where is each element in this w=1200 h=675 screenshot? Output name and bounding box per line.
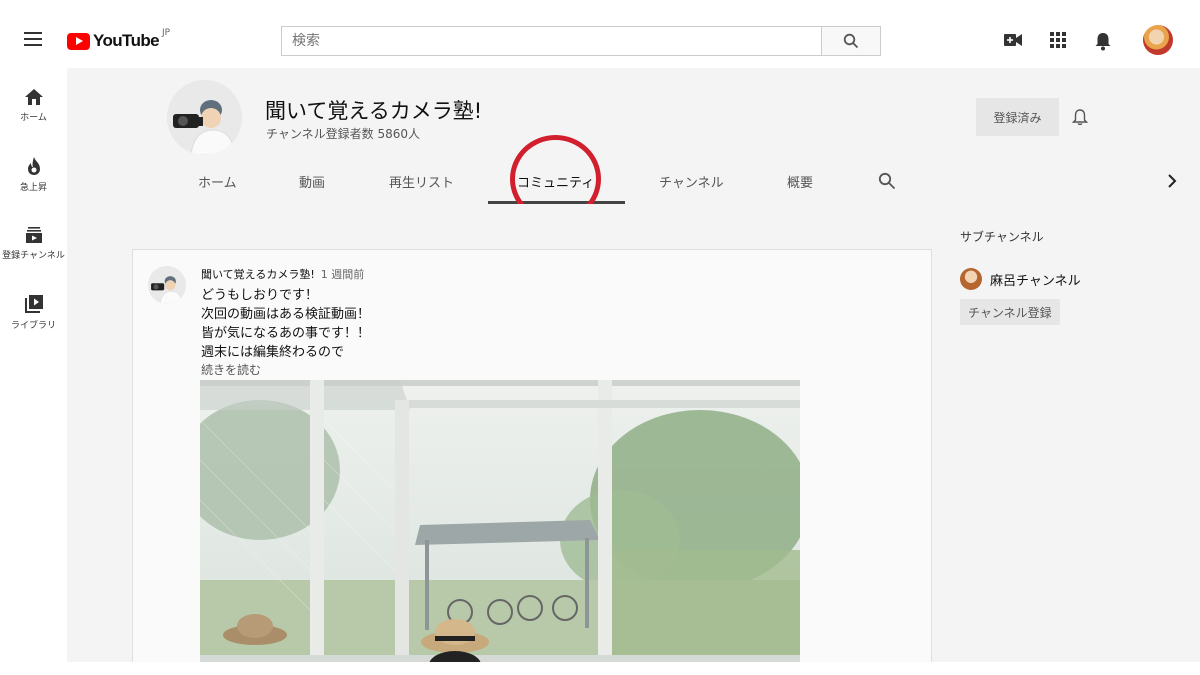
channel-avatar-image bbox=[167, 80, 242, 155]
nav-item-label: ホーム bbox=[20, 113, 47, 123]
bottom-strip bbox=[0, 662, 1200, 675]
sub-channel-subscribe-button[interactable]: チャンネル登録 bbox=[960, 299, 1060, 325]
tab-playlists[interactable]: 再生リスト bbox=[389, 172, 454, 191]
notifications-bell-icon[interactable] bbox=[1094, 31, 1112, 51]
chevron-right-icon[interactable] bbox=[1167, 174, 1177, 188]
play-icon bbox=[67, 32, 90, 50]
post-author-line: 聞いて覚えるカメラ塾! 1 週間前 bbox=[201, 266, 364, 282]
logo-region: JP bbox=[162, 28, 171, 38]
library-icon bbox=[24, 295, 43, 313]
flame-icon bbox=[27, 157, 40, 175]
nav-item-label: 急上昇 bbox=[19, 183, 47, 193]
channel-title: 聞いて覚えるカメラ塾! bbox=[265, 99, 483, 123]
search-bar bbox=[281, 26, 881, 56]
community-post: 聞いて覚えるカメラ塾! 1 週間前 どうもしおりです！ 次回の動画はある検証動画！… bbox=[132, 249, 932, 670]
post-body: どうもしおりです！ 次回の動画はある検証動画！ 皆が気になるあの事です！！ 週末… bbox=[201, 286, 370, 362]
subscribed-button[interactable]: 登録済み bbox=[976, 98, 1059, 136]
apps-grid-icon[interactable] bbox=[1049, 31, 1067, 49]
sub-channels-title: サブチャンネル bbox=[960, 230, 1044, 244]
post-time[interactable]: 1 週間前 bbox=[321, 268, 365, 281]
left-nav: ホーム 急上昇 登録チャンネル ライブラリ bbox=[0, 68, 67, 675]
channel-search-icon[interactable] bbox=[878, 172, 896, 190]
subscriptions-icon bbox=[25, 227, 42, 243]
tab-channels[interactable]: チャンネル bbox=[659, 172, 724, 191]
read-more-link[interactable]: 続きを読む bbox=[201, 361, 261, 378]
tab-home[interactable]: ホーム bbox=[198, 172, 237, 191]
post-photo bbox=[200, 380, 800, 670]
top-bar: YouTube JP bbox=[0, 0, 1200, 68]
home-icon bbox=[24, 89, 43, 105]
logo-text: YouTube bbox=[93, 31, 160, 50]
main-content: 聞いて覚えるカメラ塾! 1 週間前 どうもしおりです！ 次回の動画はある検証動画！… bbox=[67, 204, 1200, 670]
post-author-name[interactable]: 聞いて覚えるカメラ塾! bbox=[201, 268, 315, 281]
post-line: 週末には編集終わるので bbox=[201, 345, 345, 360]
search-input[interactable] bbox=[281, 26, 821, 56]
youtube-logo[interactable]: YouTube JP bbox=[67, 28, 171, 51]
search-icon bbox=[843, 33, 859, 49]
nav-item-label: 登録チャンネル bbox=[2, 251, 65, 261]
channel-avatar[interactable] bbox=[167, 80, 242, 155]
channel-notification-bell-icon[interactable] bbox=[1072, 108, 1088, 126]
tab-videos[interactable]: 動画 bbox=[299, 172, 325, 191]
search-button[interactable] bbox=[821, 26, 881, 56]
channel-header: 聞いて覚えるカメラ塾! チャンネル登録者数 5860人 登録済み ホーム 動画 … bbox=[67, 68, 1200, 204]
sub-channel-avatar bbox=[960, 268, 982, 290]
nav-item-trending[interactable]: 急上昇 bbox=[0, 156, 67, 193]
post-line: どうもしおりです！ bbox=[201, 288, 319, 303]
sub-channel-item[interactable]: 麻呂チャンネル bbox=[960, 268, 1081, 290]
nav-item-library[interactable]: ライブラリ bbox=[0, 294, 67, 331]
channel-tabs: ホーム 動画 再生リスト コミュニティ チャンネル 概要 bbox=[67, 164, 1200, 204]
account-avatar[interactable] bbox=[1143, 25, 1173, 55]
post-author-avatar[interactable] bbox=[148, 266, 186, 304]
tab-about[interactable]: 概要 bbox=[787, 172, 813, 191]
nav-item-home[interactable]: ホーム bbox=[0, 88, 67, 123]
post-image[interactable] bbox=[200, 380, 800, 670]
nav-item-subscriptions[interactable]: 登録チャンネル bbox=[0, 226, 67, 261]
nav-item-label: ライブラリ bbox=[10, 321, 56, 331]
sub-channel-name[interactable]: 麻呂チャンネル bbox=[990, 270, 1081, 289]
post-line: 次回の動画はある検証動画！ bbox=[201, 307, 371, 322]
create-video-icon[interactable] bbox=[1003, 31, 1023, 49]
menu-icon[interactable] bbox=[24, 32, 42, 46]
subscriber-count: チャンネル登録者数 5860人 bbox=[266, 127, 420, 141]
post-line: 皆が気になるあの事です！！ bbox=[201, 326, 371, 341]
post-avatar-image bbox=[148, 266, 186, 304]
